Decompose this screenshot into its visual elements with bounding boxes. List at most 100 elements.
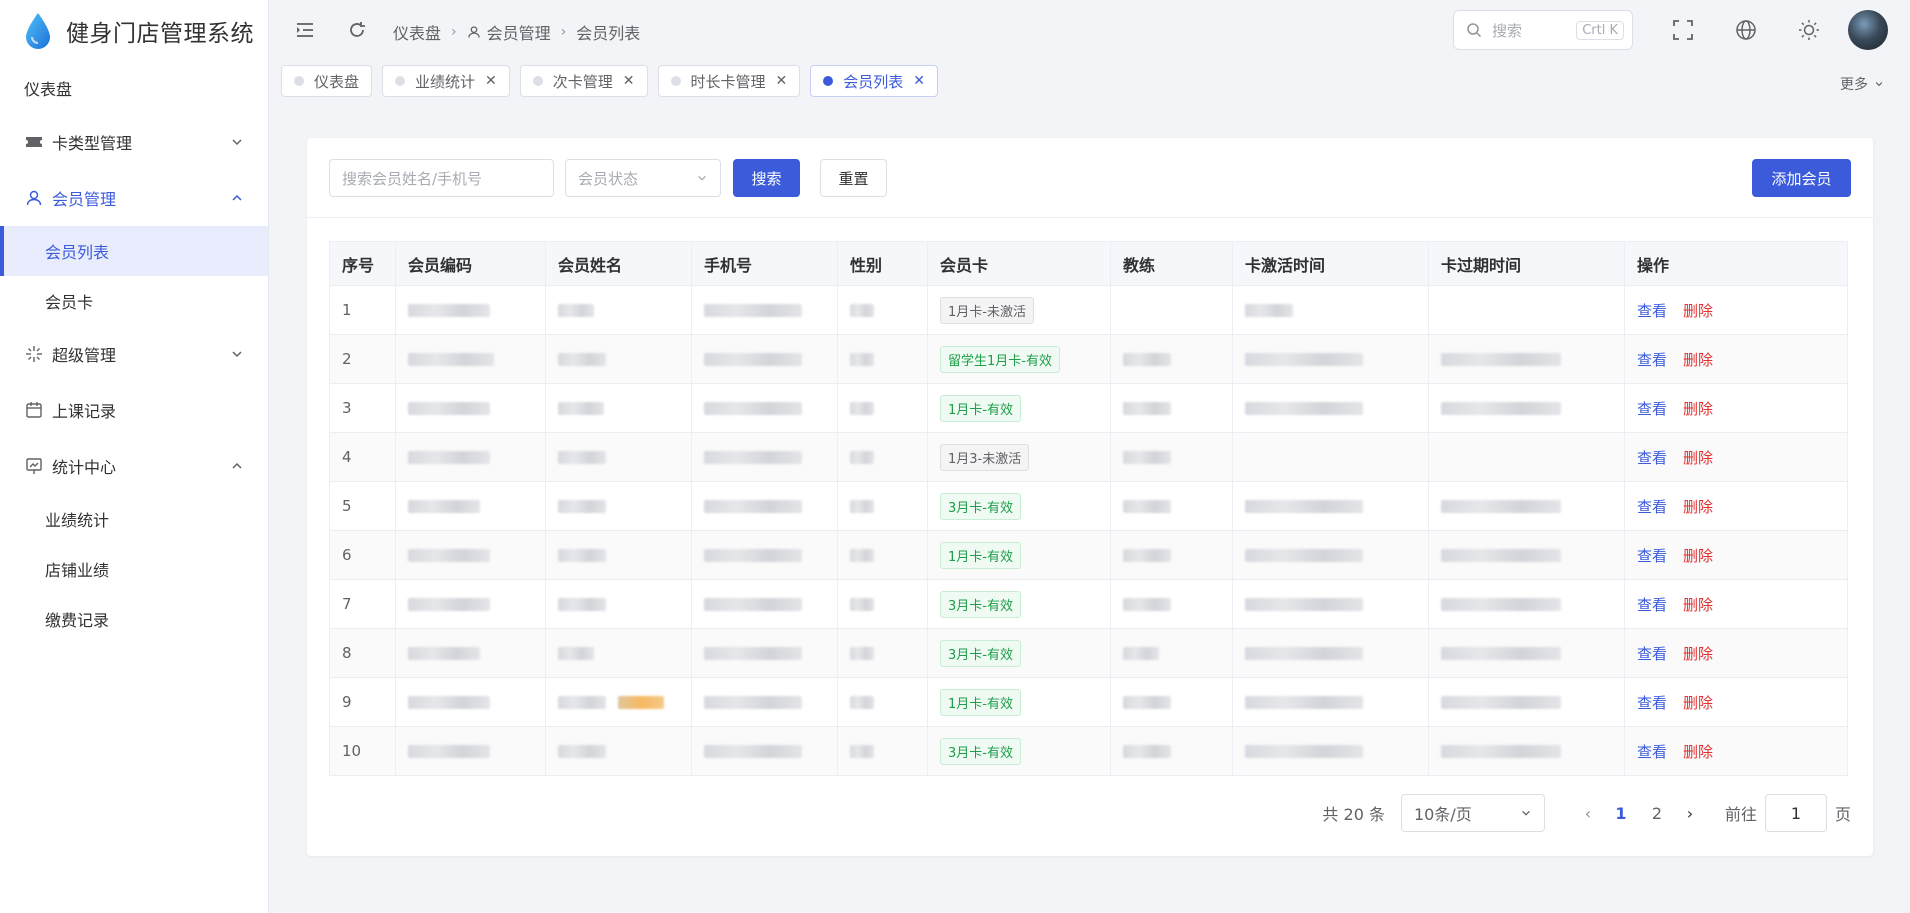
- table-cell: [1232, 579, 1429, 629]
- sun-icon[interactable]: [1798, 19, 1820, 41]
- breadcrumb-item[interactable]: 仪表盘: [393, 20, 441, 44]
- search-button[interactable]: 搜索: [733, 159, 800, 197]
- redacted-value: [408, 598, 490, 611]
- sidebar-item-payment-records[interactable]: 缴费记录: [0, 594, 268, 644]
- sidebar-item-super-admin[interactable]: 超级管理: [0, 326, 268, 382]
- table-cell: [837, 628, 928, 678]
- delete-link[interactable]: 删除: [1683, 547, 1713, 565]
- member-search-input[interactable]: 搜索会员姓名/手机号: [329, 159, 554, 197]
- delete-link[interactable]: 删除: [1683, 694, 1713, 712]
- delete-link[interactable]: 删除: [1683, 400, 1713, 418]
- sidebar-item-members[interactable]: 会员管理: [0, 170, 268, 226]
- view-link[interactable]: 查看: [1637, 400, 1667, 418]
- tab-label: 业绩统计: [415, 72, 476, 91]
- next-page-icon[interactable]: ›: [1675, 804, 1705, 823]
- delete-link[interactable]: 删除: [1683, 743, 1713, 761]
- close-icon[interactable]: ✕: [913, 73, 925, 89]
- shortcut-hint: Crtl K: [1576, 20, 1624, 40]
- view-link[interactable]: 查看: [1637, 596, 1667, 614]
- page-number[interactable]: 1: [1606, 804, 1636, 823]
- row-index: 10: [329, 726, 396, 776]
- view-link[interactable]: 查看: [1637, 449, 1667, 467]
- delete-link[interactable]: 删除: [1683, 498, 1713, 516]
- global-search[interactable]: 搜索 Crtl K: [1453, 10, 1633, 50]
- redacted-value: [558, 745, 606, 758]
- view-link[interactable]: 查看: [1637, 694, 1667, 712]
- ticket-icon: [24, 132, 44, 152]
- menu-fold-icon[interactable]: [294, 19, 316, 41]
- view-link[interactable]: 查看: [1637, 351, 1667, 369]
- goto-page-input[interactable]: 1: [1764, 794, 1827, 832]
- sidebar-item-card-types[interactable]: 卡类型管理: [0, 114, 268, 170]
- breadcrumb-item[interactable]: 会员管理: [487, 20, 551, 44]
- prev-page-icon[interactable]: ‹: [1573, 804, 1603, 823]
- member-card-tag: 3月卡-有效: [940, 590, 1021, 618]
- column-header: 操作: [1624, 241, 1848, 286]
- delete-link[interactable]: 删除: [1683, 449, 1713, 467]
- close-icon[interactable]: ✕: [623, 73, 635, 89]
- page-number[interactable]: 2: [1642, 804, 1672, 823]
- member-card-tag: 1月卡-未激活: [940, 296, 1034, 324]
- close-icon[interactable]: ✕: [776, 73, 788, 89]
- tab-performance[interactable]: 业绩统计 ✕: [382, 65, 510, 97]
- sidebar-item-member-card[interactable]: 会员卡: [0, 276, 268, 326]
- redacted-value: [408, 647, 480, 660]
- fullscreen-icon[interactable]: [1672, 19, 1694, 41]
- refresh-icon[interactable]: [346, 19, 368, 41]
- chevron-down-icon: [232, 351, 242, 358]
- view-link[interactable]: 查看: [1637, 498, 1667, 516]
- tab-dashboard[interactable]: 仪表盘: [281, 65, 373, 97]
- avatar[interactable]: [1848, 10, 1888, 50]
- redacted-value: [1441, 598, 1561, 611]
- add-member-button[interactable]: 添加会员: [1752, 159, 1851, 197]
- tab-label: 时长卡管理: [690, 72, 766, 91]
- row-index: 6: [329, 530, 396, 580]
- tabs-more-button[interactable]: 更多: [1840, 74, 1884, 94]
- globe-icon[interactable]: [1735, 19, 1757, 41]
- redacted-value: [850, 500, 874, 513]
- table-cell: [1110, 383, 1233, 433]
- column-header: 卡激活时间: [1232, 241, 1429, 286]
- sidebar-item-class-records[interactable]: 上课记录: [0, 382, 268, 438]
- delete-link[interactable]: 删除: [1683, 645, 1713, 663]
- tab-dot: [823, 76, 834, 86]
- view-link[interactable]: 查看: [1637, 302, 1667, 320]
- table-header-row: 序号 会员编码 会员姓名 手机号 性别 会员卡 教练 卡激活时间 卡过期时间 操…: [329, 241, 1848, 286]
- table-cell: [1110, 334, 1233, 384]
- table-cell: [545, 677, 692, 727]
- redacted-value: [408, 402, 490, 415]
- close-icon[interactable]: ✕: [485, 73, 497, 89]
- sidebar-item-statistics[interactable]: 统计中心: [0, 438, 268, 494]
- view-link[interactable]: 查看: [1637, 547, 1667, 565]
- sidebar-item-performance[interactable]: 业绩统计: [0, 494, 268, 544]
- sidebar-item-dashboard[interactable]: 仪表盘: [0, 62, 268, 114]
- table-cell: [395, 334, 546, 384]
- tab-count-card[interactable]: 次卡管理 ✕: [519, 65, 648, 97]
- table-cell: [837, 579, 928, 629]
- tab-member-list[interactable]: 会员列表 ✕: [810, 65, 939, 97]
- page-size-select[interactable]: 10条/页: [1400, 794, 1545, 832]
- tab-duration-card[interactable]: 时长卡管理 ✕: [657, 65, 801, 97]
- member-status-select[interactable]: 会员状态: [565, 159, 721, 197]
- table-cell: [691, 285, 838, 335]
- sidebar-item-member-list[interactable]: 会员列表: [0, 226, 268, 276]
- reset-button[interactable]: 重置: [820, 159, 887, 197]
- redacted-value: [850, 402, 874, 415]
- table-cell: 查看 删除: [1624, 628, 1848, 678]
- delete-link[interactable]: 删除: [1683, 351, 1713, 369]
- member-card-tag: 1月卡-有效: [940, 541, 1021, 569]
- status-select-placeholder: 会员状态: [578, 169, 639, 188]
- redacted-value: [704, 451, 802, 464]
- delete-link[interactable]: 删除: [1683, 596, 1713, 614]
- view-link[interactable]: 查看: [1637, 743, 1667, 761]
- chevron-down-icon: [232, 139, 242, 146]
- redacted-value: [1245, 353, 1363, 366]
- view-link[interactable]: 查看: [1637, 645, 1667, 663]
- sparkle-icon: [24, 344, 44, 364]
- delete-link[interactable]: 删除: [1683, 302, 1713, 320]
- sidebar-item-store-performance[interactable]: 店铺业绩: [0, 544, 268, 594]
- breadcrumb-separator-icon: ›: [451, 24, 457, 40]
- tab-label: 仪表盘: [314, 72, 360, 91]
- table-cell: [395, 285, 546, 335]
- redacted-value: [1441, 647, 1561, 660]
